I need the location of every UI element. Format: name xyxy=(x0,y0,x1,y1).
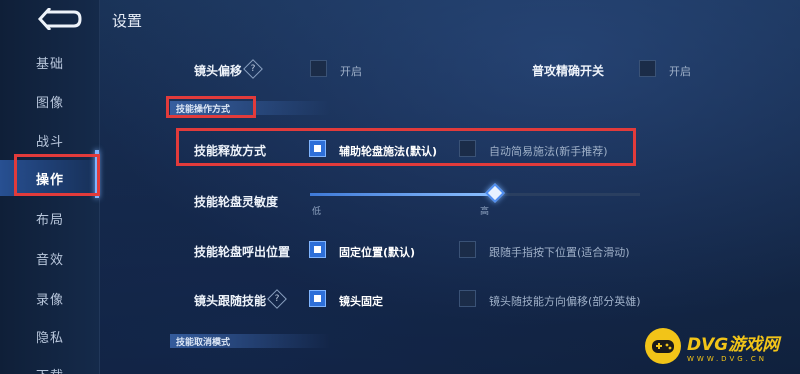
background xyxy=(0,0,800,374)
sidebar-item-layout[interactable]: 布局 xyxy=(0,200,100,236)
skill-cast-assisted-option: 辅助轮盘施法(默认) xyxy=(339,145,438,158)
watermark-logo: DVG游戏网 WWW.DVG.CN xyxy=(645,322,795,370)
sidebar: 基础 图像 战斗 操作 布局 音效 录像 隐私 下载 xyxy=(0,0,100,374)
section-title: 技能操作方式 xyxy=(176,104,231,115)
watermark-title: DVG游戏网 xyxy=(687,334,780,355)
sidebar-item-replay[interactable]: 录像 xyxy=(0,280,100,316)
sidebar-item-basic[interactable]: 基础 xyxy=(0,44,100,80)
camera-fixed-option: 镜头固定 xyxy=(339,295,383,308)
section-header-skill-cancel: 技能取消模式 xyxy=(170,334,330,348)
active-indicator xyxy=(95,150,99,198)
camera-offset-skill-checkbox[interactable] xyxy=(459,290,476,307)
camera-offset-label: 镜头偏移 xyxy=(194,64,243,78)
help-icon-glyph: ? xyxy=(250,64,256,74)
watermark-sub: WWW.DVG.CN xyxy=(687,354,768,363)
section-header-skill-operation: 技能操作方式 xyxy=(170,101,330,115)
skill-cast-auto-option: 自动简易施法(新手推荐) xyxy=(489,145,608,158)
sidebar-item-label: 图像 xyxy=(35,95,64,111)
section-title: 技能取消模式 xyxy=(176,337,231,348)
camera-offset-option: 开启 xyxy=(340,65,362,78)
sidebar-item-sound[interactable]: 音效 xyxy=(0,240,100,276)
camera-fixed-checkbox[interactable] xyxy=(309,290,326,307)
camera-offset-checkbox[interactable] xyxy=(310,60,327,77)
back-arrow-icon[interactable] xyxy=(36,6,82,32)
gamepad-icon xyxy=(645,328,681,364)
sidebar-item-label: 音效 xyxy=(35,252,64,268)
wheel-position-follow-option: 跟随手指按下位置(适合滑动) xyxy=(489,246,630,259)
precise-attack-option: 开启 xyxy=(669,65,691,78)
skill-cast-assisted-checkbox[interactable] xyxy=(309,140,326,157)
sidebar-item-combat[interactable]: 战斗 xyxy=(0,122,100,158)
wheel-position-follow-checkbox[interactable] xyxy=(459,241,476,258)
sidebar-item-label: 战斗 xyxy=(35,134,64,150)
sidebar-item-label: 布局 xyxy=(35,212,64,228)
camera-follow-label: 镜头跟随技能 xyxy=(194,294,267,308)
skill-cast-mode-label: 技能释放方式 xyxy=(194,144,267,158)
sidebar-item-graphics[interactable]: 图像 xyxy=(0,83,100,119)
camera-offset-skill-option: 镜头随技能方向偏移(部分英雄) xyxy=(489,295,641,308)
wheel-sensitivity-label: 技能轮盘灵敏度 xyxy=(194,195,279,209)
slider-max-label: 高 xyxy=(480,207,490,217)
skill-cast-auto-checkbox[interactable] xyxy=(459,140,476,157)
wheel-position-fixed-checkbox[interactable] xyxy=(309,241,326,258)
sidebar-item-controls[interactable]: 操作 xyxy=(0,160,100,196)
slider-fill xyxy=(310,193,495,196)
sidebar-item-label: 录像 xyxy=(35,292,64,308)
help-icon-glyph: ? xyxy=(274,294,280,304)
wheel-position-label: 技能轮盘呼出位置 xyxy=(194,245,291,259)
sidebar-item-label: 操作 xyxy=(35,172,64,188)
precise-attack-checkbox[interactable] xyxy=(639,60,656,77)
sidebar-item-label: 下载 xyxy=(36,365,64,374)
sidebar-item-label: 隐私 xyxy=(35,330,64,346)
wheel-position-fixed-option: 固定位置(默认) xyxy=(339,246,416,259)
slider-min-label: 低 xyxy=(312,207,322,217)
sidebar-item-privacy[interactable]: 隐私 xyxy=(0,318,100,354)
sidebar-item-download[interactable]: 下载 xyxy=(0,356,100,374)
wheel-sensitivity-slider[interactable] xyxy=(310,183,640,203)
page-title: 设置 xyxy=(112,12,143,30)
precise-attack-label: 普攻精确开关 xyxy=(532,64,605,78)
sidebar-item-label: 基础 xyxy=(35,56,64,72)
